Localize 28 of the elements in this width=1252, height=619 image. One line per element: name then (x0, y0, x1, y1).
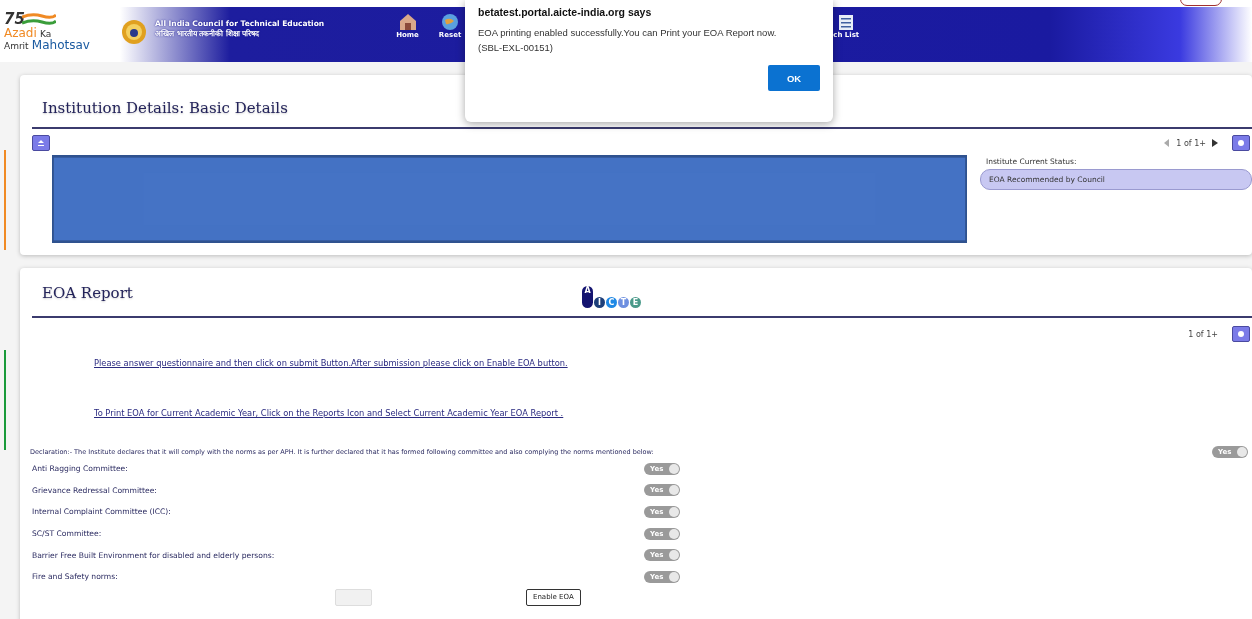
dialog-code: (SBL-EXL-00151) (478, 41, 554, 55)
settings-icon (1237, 330, 1245, 338)
home-icon (398, 13, 417, 31)
pager-text: 1 of 1+ (1188, 329, 1218, 339)
section-title: EOA Report (41, 283, 134, 300)
upload-button[interactable] (32, 135, 50, 151)
dialog-title: betatest.portal.aicte-india.org says (478, 6, 653, 18)
section-title: Institution Details: Basic Details (41, 98, 288, 119)
logo-word: Mahotsav (31, 38, 90, 52)
logo-word: Amrit (4, 41, 29, 51)
dialog-message: EOA printing enabled successfully.You can Print your EOA Report now. (478, 26, 778, 40)
emblem-icon (121, 19, 147, 45)
logo-number: 75 (4, 10, 25, 28)
instruction-link[interactable]: Please answer questionnaire and then click on submit Button.After submission please click on Enable EOA button. (94, 358, 1252, 368)
logo-word: Azadi (4, 26, 37, 40)
upload-icon (37, 139, 45, 147)
pager-text: 1 of 1+ (1176, 138, 1206, 148)
globe-icon (441, 13, 460, 31)
ok-button[interactable]: OK (768, 65, 820, 91)
flag-wave-icon (22, 13, 56, 27)
aicte-logo: A I C T E (582, 285, 641, 308)
settings-button[interactable] (1232, 135, 1250, 151)
settings-icon (1237, 139, 1245, 147)
next-icon[interactable] (1212, 139, 1218, 147)
settings-button[interactable] (1232, 326, 1250, 342)
list-icon (837, 13, 856, 31)
logo-word: Ka (40, 29, 52, 39)
instruction-link[interactable]: To Print EOA for Current Academic Year, Click on the Reports Icon and Select Current Academic Year EOA Report . (94, 408, 1252, 418)
